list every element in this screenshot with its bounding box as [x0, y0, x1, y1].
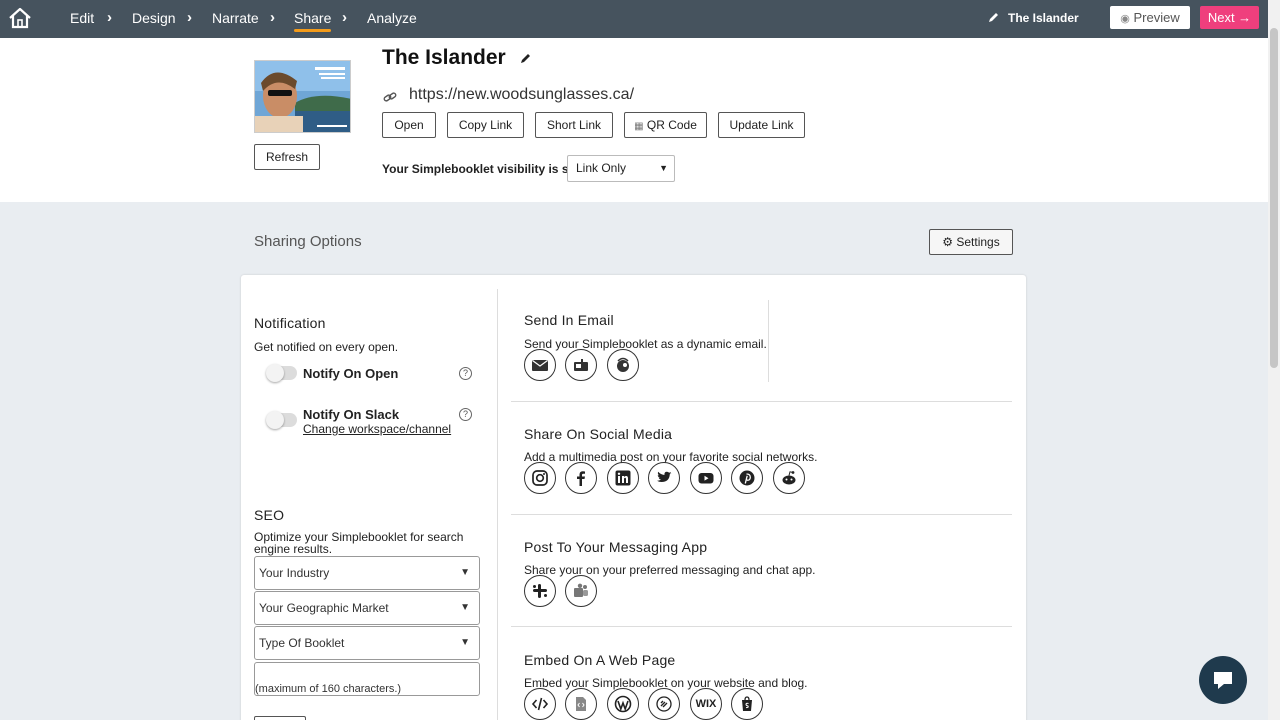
divider — [511, 626, 1012, 627]
nav-step-design[interactable]: Design — [132, 10, 176, 26]
microsoft-teams-icon[interactable] — [565, 575, 597, 607]
scrollbar-thumb[interactable] — [1270, 28, 1278, 368]
nav-step-edit[interactable]: Edit — [70, 10, 94, 26]
notify-slack-label: Notify On Slack — [303, 407, 400, 422]
seo-heading: SEO — [254, 507, 285, 523]
preview-button[interactable]: ◉ Preview — [1110, 6, 1190, 29]
copy-link-button[interactable]: Copy Link — [447, 112, 524, 138]
wordpress-icon[interactable] — [607, 688, 639, 720]
home-icon[interactable] — [8, 7, 32, 29]
caret-down-icon: ▼ — [460, 567, 470, 578]
messaging-heading: Post To Your Messaging App — [524, 539, 708, 555]
seo-desc: Optimize your Simplebooklet for search e… — [254, 530, 464, 556]
chevron-right-icon: › — [270, 9, 275, 26]
chevron-down-icon: ▼ — [659, 163, 668, 173]
pencil-icon[interactable] — [520, 52, 532, 64]
slack-icon[interactable] — [524, 575, 556, 607]
open-button[interactable]: Open — [382, 112, 436, 138]
settings-button[interactable]: ⚙ Settings — [929, 229, 1013, 255]
eye-icon: ◉ — [1120, 13, 1130, 25]
next-button[interactable]: Next → — [1200, 6, 1259, 29]
notify-open-toggle[interactable] — [266, 364, 297, 382]
mailchimp-icon[interactable] — [607, 349, 639, 381]
booklet-url[interactable]: https://new.woodsunglasses.ca/ — [409, 86, 634, 104]
caret-down-icon: ▼ — [460, 602, 470, 613]
nav-step-share[interactable]: Share — [294, 10, 332, 32]
caret-down-icon: ▼ — [460, 637, 470, 648]
pencil-icon[interactable] — [988, 11, 1000, 23]
shopify-icon[interactable] — [731, 688, 763, 720]
booklet-type-select[interactable]: Type Of Booklet ▼ — [254, 626, 480, 660]
link-icon — [383, 92, 397, 102]
pinterest-icon[interactable] — [731, 462, 763, 494]
sharing-options-heading: Sharing Options — [254, 233, 362, 250]
social-heading: Share On Social Media — [524, 426, 673, 442]
gear-icon: ⚙ — [942, 235, 954, 249]
instagram-icon[interactable] — [524, 462, 556, 494]
divider — [511, 401, 1012, 402]
chat-icon — [1214, 672, 1232, 689]
help-icon[interactable]: ? — [459, 367, 472, 380]
geographic-market-select[interactable]: Your Geographic Market ▼ — [254, 591, 480, 625]
messaging-desc: Share your on your preferred messaging a… — [524, 563, 816, 577]
chat-button[interactable] — [1199, 656, 1247, 704]
notify-slack-toggle[interactable] — [266, 411, 297, 429]
short-link-button[interactable]: Short Link — [535, 112, 613, 138]
booklet-header: Refresh The Islander https://new.woodsun… — [0, 38, 1268, 202]
notification-heading: Notification — [254, 315, 326, 331]
page-title: The Islander — [382, 46, 506, 69]
wix-icon[interactable]: WIX — [690, 688, 722, 720]
embed-file-icon[interactable] — [565, 688, 597, 720]
divider — [497, 289, 498, 720]
refresh-button[interactable]: Refresh — [254, 144, 320, 170]
thumbnail-image — [255, 61, 350, 132]
chevron-right-icon: › — [187, 9, 192, 26]
facebook-icon[interactable] — [565, 462, 597, 494]
social-desc: Add a multimedia post on your favorite s… — [524, 450, 818, 464]
booklet-title-nav[interactable]: The Islander — [1008, 11, 1079, 25]
linkedin-icon[interactable] — [607, 462, 639, 494]
divider — [511, 514, 1012, 515]
reddit-icon[interactable] — [773, 462, 805, 494]
youtube-icon[interactable] — [690, 462, 722, 494]
top-nav-bar: Edit › Design › Narrate › Share › Analyz… — [0, 0, 1268, 38]
chevron-right-icon: › — [107, 9, 112, 26]
seo-save-button[interactable] — [254, 716, 306, 720]
update-link-button[interactable]: Update Link — [718, 112, 805, 138]
qr-code-icon: ▦ — [634, 121, 644, 132]
email-heading: Send In Email — [524, 312, 614, 328]
embed-code-icon[interactable] — [524, 688, 556, 720]
change-workspace-link[interactable]: Change workspace/channel — [303, 422, 451, 436]
twitter-icon[interactable] — [648, 462, 680, 494]
squarespace-icon[interactable] — [648, 688, 680, 720]
nav-step-analyze[interactable]: Analyze — [367, 10, 417, 26]
nav-step-narrate[interactable]: Narrate — [212, 10, 259, 26]
embed-heading: Embed On A Web Page — [524, 652, 676, 668]
visibility-select[interactable]: Link Only ▼ — [567, 155, 675, 182]
notification-desc: Get notified on every open. — [254, 340, 399, 354]
booklet-thumbnail[interactable] — [254, 60, 351, 133]
mailbox-icon[interactable] — [565, 349, 597, 381]
qr-code-button[interactable]: ▦ QR Code — [624, 112, 707, 138]
help-icon[interactable]: ? — [459, 408, 472, 421]
industry-select[interactable]: Your Industry ▼ — [254, 556, 480, 590]
email-envelope-icon[interactable] — [524, 349, 556, 381]
notify-open-label: Notify On Open — [303, 366, 399, 381]
seo-description-hint: (maximum of 160 characters.) — [255, 683, 402, 695]
visibility-label: Your Simplebooklet visibility is set to — [382, 162, 594, 176]
scrollbar[interactable] — [1268, 0, 1280, 720]
divider — [768, 300, 769, 382]
chevron-right-icon: › — [342, 9, 347, 26]
email-desc: Send your Simplebooklet as a dynamic ema… — [524, 337, 767, 351]
